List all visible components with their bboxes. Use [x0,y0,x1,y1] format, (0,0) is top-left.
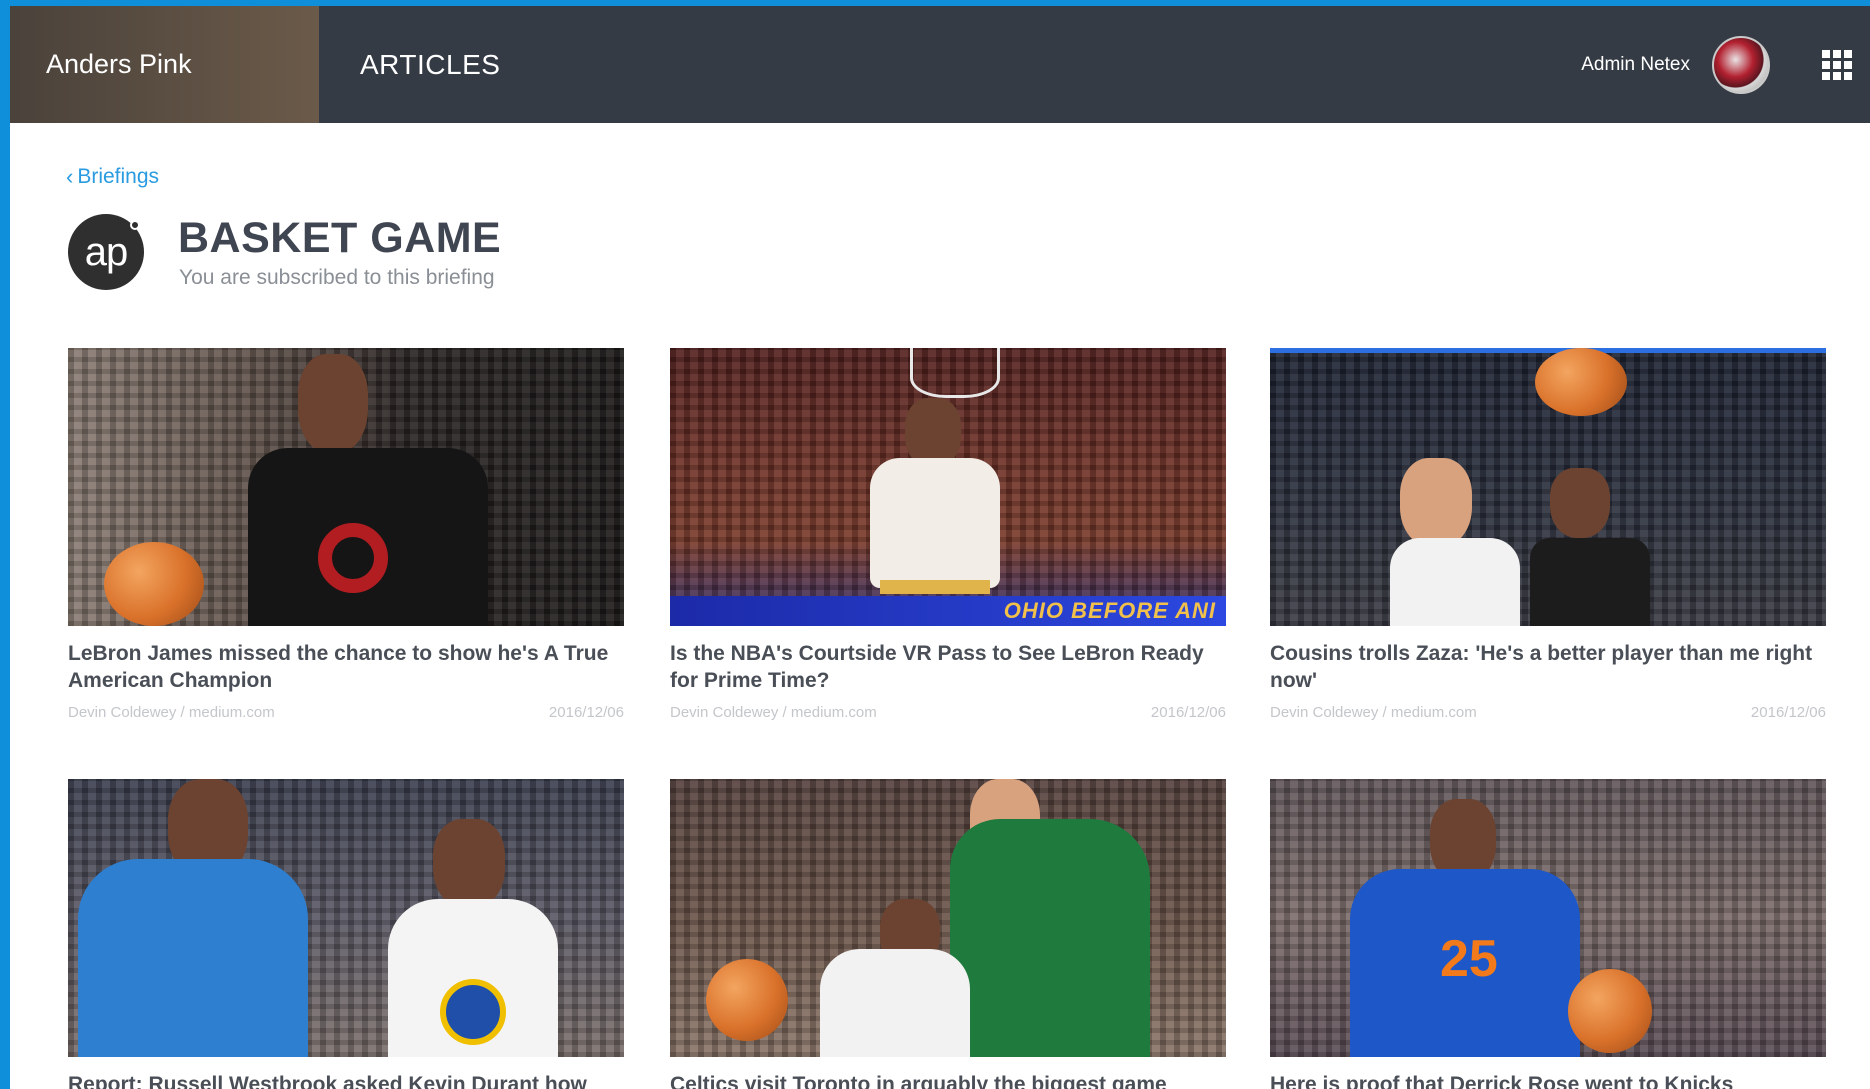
nav-articles-link[interactable]: ARTICLES [360,49,500,81]
article-source[interactable]: Devin Coldewey / medium.com [68,704,275,721]
article-image[interactable] [68,348,624,626]
user-name[interactable]: Admin Netex [1581,54,1690,76]
avatar[interactable] [1712,35,1770,94]
article-title[interactable]: Report: Russell Westbrook asked Kevin Du… [68,1071,624,1089]
article-image[interactable] [68,779,624,1057]
article-card[interactable]: LeBron James missed the chance to show h… [68,348,624,721]
briefing-logo-text: ap [84,229,128,274]
briefing-logo: ap [68,214,144,290]
article-image[interactable]: 25 [1270,779,1826,1057]
article-title[interactable]: Here is proof that Derrick Rose went to … [1270,1071,1826,1089]
article-card[interactable]: Cousins trolls Zaza: 'He's a better play… [1270,348,1826,721]
app-frame: Anders Pink ARTICLES Admin Netex ‹ Brief… [10,6,1870,1089]
article-date: 2016/12/06 [1750,704,1826,721]
article-source[interactable]: Devin Coldewey / medium.com [1270,704,1477,721]
article-title[interactable]: Is the NBA's Courtside VR Pass to See Le… [670,640,1226,694]
article-title[interactable]: LeBron James missed the chance to show h… [68,640,624,694]
article-title[interactable]: Celtics visit Toronto in arguably the bi… [670,1071,1226,1089]
article-meta: Devin Coldewey / medium.com 2016/12/06 [68,704,624,721]
chevron-left-icon: ‹ [66,164,74,189]
apps-grid-icon[interactable] [1822,49,1852,80]
logo-dot-icon [130,220,140,230]
breadcrumb-briefings[interactable]: ‹ Briefings [66,164,159,190]
article-card[interactable]: Celtics visit Toronto in arguably the bi… [670,779,1226,1089]
page-subtitle: You are subscribed to this briefing [179,266,495,289]
article-image[interactable] [1270,348,1826,626]
top-navbar: Anders Pink ARTICLES Admin Netex [10,6,1870,123]
brand-logo[interactable]: Anders Pink [10,6,319,123]
article-card[interactable]: 25 Here is proof that Derrick Rose went … [1270,779,1826,1089]
article-meta: Devin Coldewey / medium.com 2016/12/06 [1270,704,1826,721]
article-image[interactable] [670,779,1226,1057]
article-card[interactable]: Report: Russell Westbrook asked Kevin Du… [68,779,624,1089]
article-card[interactable]: OHIO BEFORE ANI Is the NBA's Courtside V… [670,348,1226,721]
breadcrumb-label: Briefings [77,165,160,188]
article-meta: Devin Coldewey / medium.com 2016/12/06 [670,704,1226,721]
article-source[interactable]: Devin Coldewey / medium.com [670,704,877,721]
article-date: 2016/12/06 [548,704,624,721]
page-title: BASKET GAME [178,214,502,262]
user-area: Admin Netex [1581,6,1870,123]
arena-banner: OHIO BEFORE ANI [670,596,1226,626]
article-image[interactable]: OHIO BEFORE ANI [670,348,1226,626]
article-date: 2016/12/06 [1150,704,1226,721]
article-title[interactable]: Cousins trolls Zaza: 'He's a better play… [1270,640,1826,694]
